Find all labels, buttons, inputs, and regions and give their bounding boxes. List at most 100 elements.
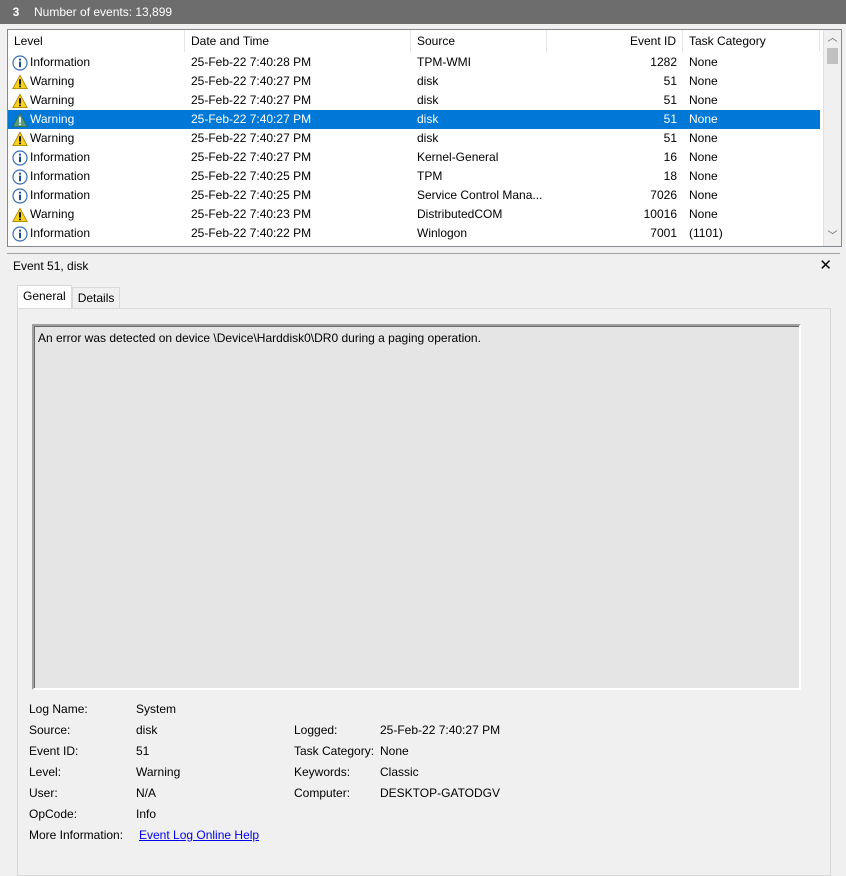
cell-source: Winlogon bbox=[417, 226, 468, 240]
event-properties: Log Name: System Source: disk Logged: 25… bbox=[29, 702, 819, 862]
warning-icon bbox=[12, 130, 28, 147]
event-count-label: Number of events: 13,899 bbox=[34, 5, 173, 19]
cell-date: 25-Feb-22 7:40:27 PM bbox=[191, 131, 312, 145]
table-row[interactable]: Warning 25-Feb-22 7:40:23 PM DistributedCO… bbox=[8, 205, 820, 224]
cell-level: Warning bbox=[8, 91, 185, 110]
column-header-source[interactable]: Source bbox=[411, 30, 547, 52]
event-id-label: Event ID: bbox=[29, 744, 79, 758]
table-row[interactable]: Information 25-Feb-22 7:40:28 PM TPM-WMI 12… bbox=[8, 53, 820, 72]
cell-date: 25-Feb-22 7:40:25 PM bbox=[191, 169, 312, 183]
information-icon bbox=[12, 149, 28, 166]
table-row[interactable]: Warning 25-Feb-22 7:40:27 PM disk 51 None bbox=[8, 91, 820, 110]
cell-level: Information bbox=[8, 186, 185, 205]
event-message-box[interactable]: An error was detected on device \Device\… bbox=[32, 324, 801, 690]
level-text: Information bbox=[30, 55, 91, 69]
cell-source: DistributedCOM bbox=[417, 207, 503, 221]
warning-icon bbox=[12, 73, 28, 90]
level-text: Information bbox=[30, 226, 91, 240]
level-text: Information bbox=[30, 188, 91, 202]
level-value: Warning bbox=[136, 765, 181, 779]
source-value: disk bbox=[136, 723, 158, 737]
cell-task-category: None bbox=[689, 112, 718, 126]
pane-splitter[interactable] bbox=[7, 247, 840, 252]
cell-level: Warning bbox=[8, 72, 185, 91]
event-detail-pane: Event 51, disk ✕ General Details An erro… bbox=[7, 253, 840, 876]
information-icon bbox=[12, 225, 28, 242]
warning-icon bbox=[12, 111, 28, 128]
event-id-value: 51 bbox=[136, 744, 150, 758]
table-row[interactable]: Warning 25-Feb-22 7:40:27 PM disk 51 None bbox=[8, 129, 820, 148]
event-message-text: An error was detected on device \Device\… bbox=[38, 331, 481, 345]
cell-task-category: None bbox=[689, 55, 718, 69]
cell-task-category: None bbox=[689, 169, 718, 183]
cell-task-category: None bbox=[689, 131, 718, 145]
keywords-value: Classic bbox=[380, 765, 419, 779]
table-row[interactable]: Information 25-Feb-22 7:40:22 PM Winlogon 7… bbox=[8, 224, 820, 243]
cell-event-id: 16 bbox=[663, 150, 677, 164]
cell-date: 25-Feb-22 7:40:27 PM bbox=[191, 150, 312, 164]
source-label: Source: bbox=[29, 723, 71, 737]
cell-event-id: 7001 bbox=[650, 226, 677, 240]
cell-source: Kernel-General bbox=[417, 150, 499, 164]
level-text: Warning bbox=[30, 74, 75, 88]
cell-event-id: 10016 bbox=[643, 207, 677, 221]
event-rows: Information 25-Feb-22 7:40:28 PM TPM-WMI 12… bbox=[8, 53, 820, 243]
information-icon bbox=[12, 54, 28, 71]
cell-date: 25-Feb-22 7:40:25 PM bbox=[191, 188, 312, 202]
cell-date: 25-Feb-22 7:40:28 PM bbox=[191, 55, 312, 69]
table-row[interactable]: Warning 25-Feb-22 7:40:27 PM disk 51 None bbox=[8, 110, 820, 129]
level-text: Warning bbox=[30, 207, 75, 221]
cell-event-id: 7026 bbox=[650, 188, 677, 202]
logged-value: 25-Feb-22 7:40:27 PM bbox=[380, 723, 501, 737]
column-header-task-category[interactable]: Task Category bbox=[683, 30, 820, 52]
tab-details[interactable]: Details bbox=[71, 287, 121, 308]
cell-source: TPM bbox=[417, 169, 443, 183]
log-name-value: System bbox=[136, 702, 177, 716]
level-label: Level: bbox=[29, 765, 62, 779]
cell-level: Information bbox=[8, 53, 185, 72]
cell-task-category: None bbox=[689, 74, 718, 88]
warning-icon bbox=[12, 92, 28, 109]
cell-source: disk bbox=[417, 93, 439, 107]
header-badge: 3 bbox=[12, 5, 20, 19]
table-row[interactable]: Warning 25-Feb-22 7:40:27 PM disk 51 None bbox=[8, 72, 820, 91]
table-row[interactable]: Information 25-Feb-22 7:40:27 PM Kernel-Ge… bbox=[8, 148, 820, 167]
cell-source: Service Control Mana... bbox=[417, 188, 543, 202]
table-row[interactable]: Information 25-Feb-22 7:40:25 PM Service C… bbox=[8, 186, 820, 205]
cell-source: disk bbox=[417, 74, 439, 88]
cell-level: Warning bbox=[8, 205, 185, 224]
vertical-scrollbar[interactable]: ︿ ﹀ bbox=[823, 30, 841, 246]
scroll-up-icon[interactable]: ︿ bbox=[827, 32, 838, 46]
event-list[interactable]: Level Date and Time Source Event ID Task… bbox=[7, 29, 842, 247]
general-tab-panel: An error was detected on device \Device\… bbox=[17, 308, 831, 876]
more-info-label: More Information: bbox=[29, 828, 124, 842]
cell-event-id: 51 bbox=[663, 112, 677, 126]
column-header-event-id[interactable]: Event ID bbox=[547, 30, 683, 52]
event-log-online-help-link[interactable]: Event Log Online Help bbox=[139, 828, 259, 842]
column-header-level[interactable]: Level bbox=[8, 30, 185, 52]
cell-level: Warning bbox=[8, 129, 185, 148]
level-text: Warning bbox=[30, 112, 75, 126]
user-label: User: bbox=[29, 786, 58, 800]
cell-level: Information bbox=[8, 148, 185, 167]
cell-date: 25-Feb-22 7:40:23 PM bbox=[191, 207, 312, 221]
level-text: Information bbox=[30, 169, 91, 183]
detail-title: Event 51, disk bbox=[13, 259, 89, 273]
cell-level: Information bbox=[8, 224, 185, 243]
information-icon bbox=[12, 187, 28, 204]
scrollbar-thumb[interactable] bbox=[827, 48, 838, 64]
detail-tabs: General Details bbox=[17, 285, 121, 308]
column-header-date[interactable]: Date and Time bbox=[185, 30, 411, 52]
cell-source: TPM-WMI bbox=[417, 55, 471, 69]
table-row[interactable]: Information 25-Feb-22 7:40:25 PM TPM 18 None bbox=[8, 167, 820, 186]
warning-icon bbox=[12, 206, 28, 223]
cell-date: 25-Feb-22 7:40:22 PM bbox=[191, 226, 312, 240]
opcode-label: OpCode: bbox=[29, 807, 78, 821]
tab-general[interactable]: General bbox=[17, 285, 72, 308]
scroll-down-icon[interactable]: ﹀ bbox=[827, 230, 838, 244]
close-icon[interactable]: ✕ bbox=[819, 256, 832, 274]
column-header-row: Level Date and Time Source Event ID Task… bbox=[8, 30, 820, 52]
level-text: Warning bbox=[30, 131, 75, 145]
cell-event-id: 18 bbox=[663, 169, 677, 183]
cell-level: Information bbox=[8, 167, 185, 186]
